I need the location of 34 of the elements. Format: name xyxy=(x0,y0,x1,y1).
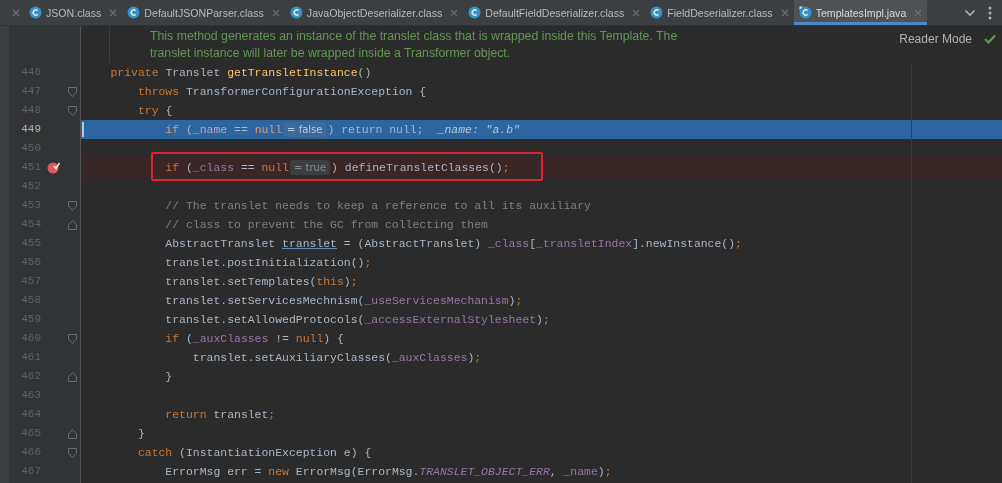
code-text: private Translet getTransletInstance() xyxy=(109,66,372,79)
code-text: ErrorMsg err = new ErrorMsg(ErrorMsg.TRANSLET_OBJECT_ERR, _name); xyxy=(164,465,612,478)
code-text: catch (InstantiationException e) { xyxy=(136,446,372,459)
doc-comment-line: translet instance will later be wrapped inside a Transformer object. xyxy=(150,44,511,62)
code-text: } xyxy=(164,370,173,383)
inline-value-hint: = false xyxy=(283,122,327,137)
code-text: translet.setServicesMechnism(_useServicesMechanism); xyxy=(164,294,523,307)
editor-tab[interactable]: DefaultFieldDeserializer.class xyxy=(463,0,646,25)
doc-comment-line: This method generates an instance of the translet class that is wrapped inside this Template. The xyxy=(150,27,678,45)
debug-value: _name: "a.b" xyxy=(437,123,520,136)
line-number: 449 xyxy=(20,122,41,137)
code-text: if (_auxClasses != null) { xyxy=(164,332,344,345)
code-text: if (_name == null xyxy=(164,123,283,136)
code-text: translet.postInitialization(); xyxy=(164,256,372,269)
code-text: } xyxy=(136,427,145,440)
editor-tab[interactable]: JSON.class xyxy=(24,0,123,25)
code-text: throws TransformerConfigurationException { xyxy=(136,85,427,98)
editor-tab[interactable]: DefaultJSONParser.class xyxy=(122,0,285,25)
inline-value-hint: = true xyxy=(289,160,331,175)
code-text: if (_class == null xyxy=(164,161,289,174)
editor-tab[interactable]: JavaObjectDeserializer.class xyxy=(284,0,464,25)
code-text: translet.setTemplates(this); xyxy=(164,275,358,288)
code-text: ) defineTransletClasses(); xyxy=(331,161,510,174)
code-text: translet.setAllowedProtocols(_accessExternalStylesheet); xyxy=(164,313,550,326)
code-text: ) return null; xyxy=(327,123,424,136)
reader-mode-link[interactable]: Reader Mode xyxy=(899,32,972,46)
editor-tab[interactable]: FieldDeserializer.class xyxy=(645,0,794,25)
code-text: // The translet needs to keep a reference to all its auxiliary xyxy=(164,199,591,212)
code-text: AbstractTranslet translet = (AbstractTranslet) _class[_transletIndex].newInstance(); xyxy=(164,237,742,250)
code-text: // class to prevent the GC from collecting them xyxy=(164,218,488,231)
editor-tab[interactable]: TemplatesImpl.java xyxy=(793,0,928,25)
code-text: return translet; xyxy=(164,408,276,421)
code-text: try { xyxy=(136,104,173,117)
code-text: translet.setAuxiliaryClasses(_auxClasses); xyxy=(191,351,482,364)
